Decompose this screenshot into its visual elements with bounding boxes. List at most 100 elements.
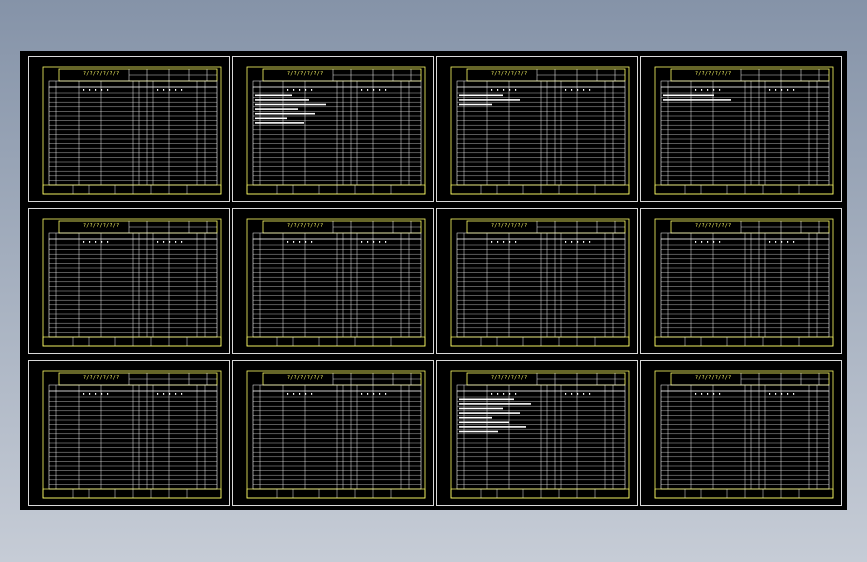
- entry-mark: [787, 393, 789, 395]
- sheet-border: [654, 66, 834, 195]
- entry-mark: [287, 89, 289, 91]
- sheet-title: ?/?/?/?/?/?: [491, 375, 528, 381]
- note-text-line: [255, 94, 292, 97]
- drawing-sheet[interactable]: ?/?/?/?/?/?: [232, 360, 434, 506]
- entry-mark: [83, 89, 85, 91]
- title-block: [450, 336, 630, 347]
- entry-mark: [775, 393, 777, 395]
- entry-mark: [583, 89, 585, 91]
- entry-mark: [497, 241, 499, 243]
- entry-mark: [379, 393, 381, 395]
- note-text-line: [459, 407, 503, 410]
- drawing-sheet[interactable]: ?/?/?/?/?/?: [28, 208, 230, 354]
- drawing-canvas[interactable]: ?/?/?/?/?/? ?/?/?/?/?/? ?/?/?/?/?/? ?/?/?/?…: [20, 51, 847, 510]
- drawing-sheet[interactable]: ?/?/?/?/?/?: [436, 360, 638, 506]
- entry-mark: [379, 89, 381, 91]
- entry-mark: [781, 241, 783, 243]
- entry-mark: [695, 241, 697, 243]
- entry-mark: [781, 89, 783, 91]
- entry-mark: [565, 89, 567, 91]
- note-text-line: [255, 117, 287, 120]
- entry-mark: [707, 393, 709, 395]
- entry-mark: [175, 241, 177, 243]
- entry-mark: [515, 393, 517, 395]
- entry-mark: [83, 393, 85, 395]
- sheet-border: [246, 218, 426, 347]
- sheet-title: ?/?/?/?/?/?: [83, 223, 120, 229]
- entry-mark: [565, 393, 567, 395]
- entry-mark: [775, 89, 777, 91]
- entry-mark: [385, 89, 387, 91]
- entry-mark: [299, 241, 301, 243]
- note-text-line: [459, 403, 531, 405]
- note-text-line: [459, 416, 492, 419]
- note-text-line: [255, 103, 326, 106]
- entry-mark: [713, 393, 715, 395]
- entry-mark: [169, 89, 171, 91]
- drawing-sheet[interactable]: ?/?/?/?/?/?: [640, 56, 842, 202]
- entry-mark: [719, 393, 721, 395]
- drawing-sheet[interactable]: ?/?/?/?/?/?: [640, 208, 842, 354]
- entry-mark: [305, 89, 307, 91]
- sheet-drawing: [654, 218, 834, 347]
- entry-mark: [793, 89, 795, 91]
- note-text-line: [255, 112, 315, 115]
- entry-mark: [373, 89, 375, 91]
- entry-mark: [719, 89, 721, 91]
- note-text-line: [459, 430, 498, 433]
- entry-mark: [571, 393, 573, 395]
- sheet-drawing: [246, 218, 426, 347]
- entry-mark: [769, 393, 771, 395]
- entry-mark: [565, 241, 567, 243]
- sheet-border: [654, 370, 834, 499]
- entry-mark: [293, 241, 295, 243]
- drawing-sheet[interactable]: ?/?/?/?/?/?: [640, 360, 842, 506]
- sheet-border: [42, 218, 222, 347]
- entry-mark: [163, 241, 165, 243]
- title-block: [450, 184, 630, 195]
- drawing-sheet[interactable]: ?/?/?/?/?/?: [232, 56, 434, 202]
- entry-mark: [509, 89, 511, 91]
- note-text-line: [663, 94, 714, 97]
- entry-mark: [719, 241, 721, 243]
- entry-mark: [181, 393, 183, 395]
- drawing-sheet[interactable]: ?/?/?/?/?/?: [232, 208, 434, 354]
- entry-mark: [385, 393, 387, 395]
- title-block: [654, 184, 834, 195]
- drawing-sheet[interactable]: ?/?/?/?/?/?: [436, 56, 638, 202]
- note-text-line: [663, 99, 731, 101]
- entry-mark: [181, 241, 183, 243]
- sheet-border: [450, 370, 630, 499]
- drawing-sheet[interactable]: ?/?/?/?/?/?: [28, 360, 230, 506]
- entry-mark: [157, 241, 159, 243]
- note-text-line: [459, 426, 526, 428]
- entry-mark: [793, 393, 795, 395]
- sheet-drawing: [654, 66, 834, 195]
- entry-mark: [175, 393, 177, 395]
- entry-mark: [287, 393, 289, 395]
- sheet-drawing: [450, 66, 630, 195]
- entry-mark: [95, 241, 97, 243]
- entry-mark: [713, 89, 715, 91]
- entry-mark: [701, 393, 703, 395]
- note-text-line: [459, 103, 492, 106]
- entry-mark: [361, 89, 363, 91]
- entry-mark: [163, 393, 165, 395]
- entry-mark: [83, 241, 85, 243]
- drawing-sheet[interactable]: ?/?/?/?/?/?: [28, 56, 230, 202]
- entry-mark: [299, 89, 301, 91]
- sheet-border: [654, 218, 834, 347]
- drawing-sheet[interactable]: ?/?/?/?/?/?: [436, 208, 638, 354]
- entry-mark: [497, 393, 499, 395]
- sheet-title: ?/?/?/?/?/?: [287, 71, 324, 77]
- sheet-title: ?/?/?/?/?/?: [83, 71, 120, 77]
- entry-mark: [311, 89, 313, 91]
- entry-mark: [701, 89, 703, 91]
- entry-mark: [509, 241, 511, 243]
- note-text-line: [255, 108, 298, 110]
- sheet-border: [42, 370, 222, 499]
- sheet-drawing: [246, 66, 426, 195]
- sheet-drawing: [246, 370, 426, 499]
- title-block: [42, 336, 222, 347]
- entry-mark: [293, 393, 295, 395]
